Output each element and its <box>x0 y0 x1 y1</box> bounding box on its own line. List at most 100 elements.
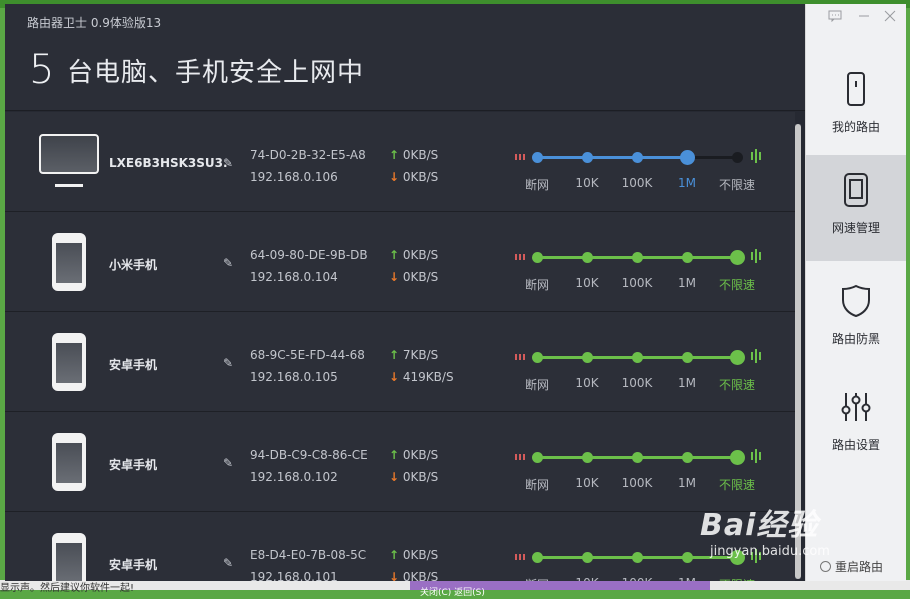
edit-name-icon[interactable]: ✎ <box>223 456 233 470</box>
slider-tick-label: 100K <box>621 376 653 390</box>
download-speed: ↓ 419KB/S <box>389 370 454 384</box>
slider-tick-label: 100K <box>621 176 653 190</box>
upload-value: 0KB/S <box>402 248 439 262</box>
speed-stop[interactable] <box>582 152 593 163</box>
slider-track[interactable] <box>532 150 743 165</box>
download-arrow-icon: ↓ <box>389 370 400 384</box>
slider-fill <box>537 156 687 159</box>
nav-router-settings[interactable]: 路由设置 <box>806 372 906 478</box>
monitor-stand <box>55 184 83 187</box>
speed-stop[interactable] <box>732 152 743 163</box>
speed-stop[interactable] <box>582 352 593 363</box>
slider-tick-label: 10K <box>575 176 599 190</box>
speed-stop[interactable] <box>632 352 643 363</box>
upload-arrow-icon: ↑ <box>389 148 400 162</box>
device-name: 小米手机 <box>109 258 158 272</box>
disconnect-icon <box>515 352 525 362</box>
headline-text: 台电脑、手机安全上网中 <box>67 58 365 88</box>
feedback-icon[interactable] <box>828 10 842 26</box>
slider-track[interactable] <box>532 550 745 565</box>
speed-stop[interactable] <box>682 352 693 363</box>
speed-stop[interactable] <box>682 452 693 463</box>
speed-stop[interactable] <box>632 152 643 163</box>
download-arrow-icon: ↓ <box>389 570 400 581</box>
speed-stop[interactable] <box>682 252 693 263</box>
slider-track[interactable] <box>532 350 745 365</box>
device-mac: 68-9C-5E-FD-44-68 <box>250 348 365 362</box>
slider-tick-label: 断网 <box>524 378 550 392</box>
slider-tick-label: 100K <box>621 276 653 290</box>
speed-limit-slider[interactable]: 断网 10K 100K 1M 不限速 <box>507 446 769 502</box>
slider-tick-label: 断网 <box>525 576 549 581</box>
speed-stop[interactable] <box>532 152 543 163</box>
full-speed-icon <box>751 449 765 463</box>
monitor-icon <box>39 134 99 174</box>
slider-tick-label: 1M <box>678 476 696 490</box>
disconnect-icon <box>515 252 525 262</box>
phone-icon <box>52 433 86 491</box>
phone-icon <box>52 233 86 291</box>
edit-name-icon[interactable]: ✎ <box>223 356 233 370</box>
speed-stop[interactable] <box>632 552 643 563</box>
speed-stop[interactable] <box>730 350 745 365</box>
speed-limit-slider[interactable]: 断网 10K 100K 1M 不限速 <box>507 246 769 302</box>
device-ip: 192.168.0.101 <box>250 570 338 581</box>
close-icon[interactable] <box>884 10 896 26</box>
speed-stop[interactable] <box>632 252 643 263</box>
device-mac: 74-D0-2B-32-E5-A8 <box>250 148 366 162</box>
upload-speed: ↑ 0KB/S <box>389 248 438 262</box>
upload-arrow-icon: ↑ <box>389 348 400 362</box>
device-mac: 94-DB-C9-C8-86-CE <box>250 448 368 462</box>
device-row: LXE6B3HSK3SU3... ✎ 74-D0-2B-32-E5-A8 192.16… <box>5 112 795 212</box>
slider-tick-label: 1M <box>678 276 696 290</box>
slider-tick-label: 断网 <box>524 178 550 192</box>
speed-stop[interactable] <box>680 150 695 165</box>
nav-speed-manage[interactable]: 网速管理 <box>806 155 906 261</box>
upload-value: 7KB/S <box>402 348 439 362</box>
slider-tick-label: 不限速 <box>718 378 756 392</box>
disconnect-icon <box>515 452 525 462</box>
disconnect-icon <box>515 152 525 162</box>
upload-value: 0KB/S <box>402 148 439 162</box>
speed-limit-slider[interactable]: 断网 10K 100K 1M 不限速 <box>507 346 769 402</box>
speed-stop[interactable] <box>532 452 543 463</box>
slider-track[interactable] <box>532 450 745 465</box>
speed-stop[interactable] <box>582 552 593 563</box>
speed-stop[interactable] <box>532 352 543 363</box>
slider-tick-label: 不限速 <box>718 178 756 192</box>
slider-track[interactable] <box>532 250 745 265</box>
download-value: 419KB/S <box>402 370 454 384</box>
nav-my-router[interactable]: 我的路由 <box>806 54 906 160</box>
device-row: 安卓手机 ✎ 94-DB-C9-C8-86-CE 192.168.0.102 ↑ 0KB… <box>5 412 795 512</box>
speed-stop[interactable] <box>730 450 745 465</box>
speed-stop[interactable] <box>532 552 543 563</box>
edit-name-icon[interactable]: ✎ <box>223 156 233 170</box>
speed-stop[interactable] <box>582 252 593 263</box>
nav-label-my-router: 我的路由 <box>831 120 880 134</box>
speed-manage-icon <box>840 173 872 207</box>
minimize-icon[interactable] <box>858 10 870 26</box>
speed-stop[interactable] <box>532 252 543 263</box>
speed-stop[interactable] <box>632 452 643 463</box>
restart-label: 重启路由 <box>835 560 884 574</box>
download-speed: ↓ 0KB/S <box>389 270 438 284</box>
speed-stop[interactable] <box>682 552 693 563</box>
speed-stop[interactable] <box>582 452 593 463</box>
nav-anti-hack[interactable]: 路由防黑 <box>806 266 906 372</box>
edit-name-icon[interactable]: ✎ <box>223 556 233 570</box>
edit-name-icon[interactable]: ✎ <box>223 256 233 270</box>
download-value: 0KB/S <box>402 170 439 184</box>
speed-stop[interactable] <box>730 250 745 265</box>
disconnect-icon <box>515 552 525 562</box>
sidebar: 我的路由 网速管理 路由防黑 路由设置 重启路由 <box>805 4 906 581</box>
restart-router-button[interactable]: 重启路由 <box>820 558 883 575</box>
speed-limit-slider[interactable]: 断网 10K 100K 1M 不限速 <box>507 146 769 202</box>
upload-speed: ↑ 0KB/S <box>389 448 438 462</box>
download-speed: ↓ 0KB/S <box>389 170 438 184</box>
download-speed: ↓ 0KB/S <box>389 470 438 484</box>
device-ip: 192.168.0.105 <box>250 370 338 384</box>
device-name: 安卓手机 <box>109 358 158 372</box>
upload-speed: ↑ 0KB/S <box>389 548 438 562</box>
slider-tick-label: 不限速 <box>719 576 755 581</box>
nav-label-speed-manage: 网速管理 <box>831 221 880 235</box>
